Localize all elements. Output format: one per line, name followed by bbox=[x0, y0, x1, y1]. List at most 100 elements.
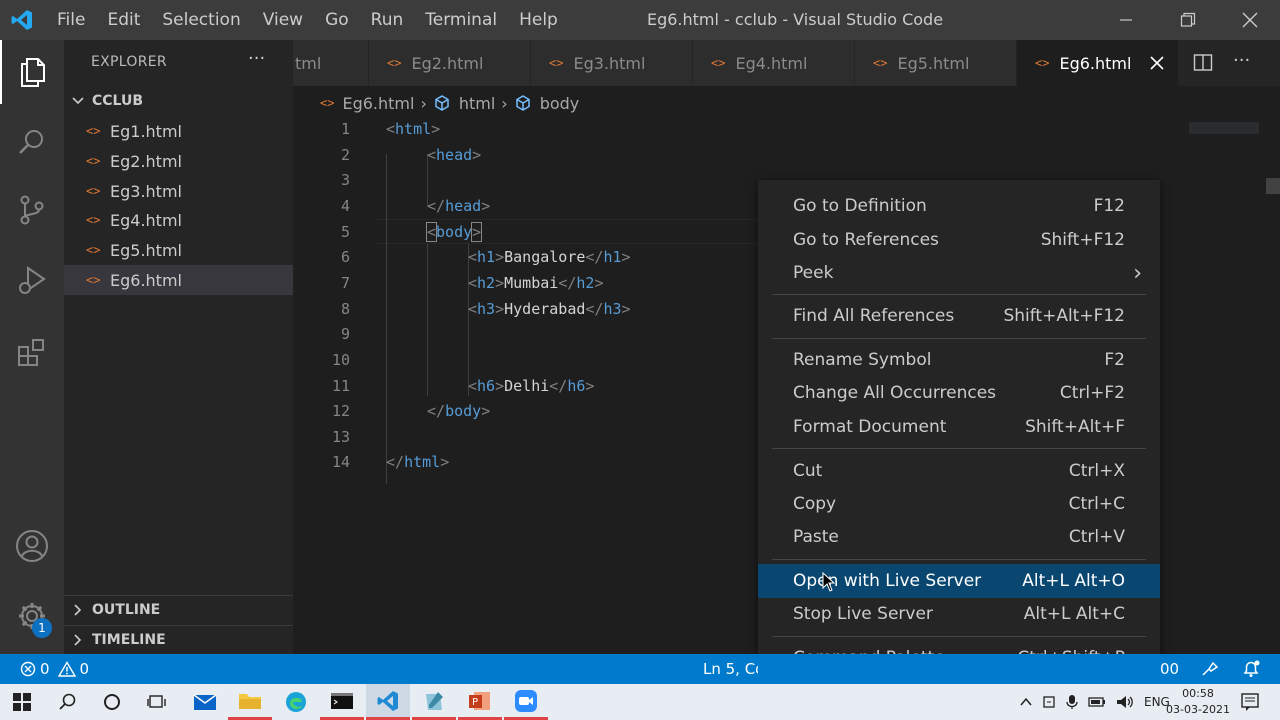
file-eg1[interactable]: <> Eg1.html bbox=[64, 116, 293, 146]
code-line-1: <html> bbox=[386, 120, 441, 138]
battery-icon[interactable] bbox=[1088, 695, 1106, 709]
title-bar: File Edit Selection View Go Run Terminal… bbox=[0, 0, 1280, 40]
notifications-bell-icon[interactable] bbox=[1242, 659, 1260, 679]
explorer-more-button[interactable]: ··· bbox=[248, 48, 265, 69]
menu-separator bbox=[772, 559, 1146, 560]
taskbar-file-explorer[interactable] bbox=[228, 684, 272, 720]
start-button[interactable] bbox=[0, 684, 44, 720]
html-file-icon: <> bbox=[86, 213, 101, 227]
activity-extensions[interactable] bbox=[0, 320, 64, 384]
split-editor-button[interactable] bbox=[1193, 53, 1213, 77]
scrollbar-thumb[interactable] bbox=[1266, 178, 1280, 194]
volume-icon[interactable] bbox=[1116, 694, 1134, 710]
activity-explorer[interactable] bbox=[0, 40, 64, 104]
menu-item-shortcut: Alt+L Alt+C bbox=[1023, 604, 1125, 624]
menu-go[interactable]: Go bbox=[314, 10, 360, 30]
taskbar-task-view[interactable] bbox=[135, 684, 179, 720]
taskbar-notepad[interactable] bbox=[412, 684, 456, 720]
file-eg6[interactable]: <> Eg6.html bbox=[64, 265, 293, 295]
restore-button[interactable] bbox=[1158, 0, 1218, 40]
clock-date: 03-03-2021 bbox=[1166, 703, 1230, 716]
menu-item-shortcut: Alt+L Alt+O bbox=[1022, 571, 1125, 591]
menu-item-go-to-references[interactable]: Go to References Shift+F12 bbox=[758, 223, 1160, 257]
html-file-icon: <> bbox=[320, 96, 335, 110]
menu-file[interactable]: File bbox=[46, 10, 96, 30]
cursor-position[interactable]: Ln 5, Co bbox=[703, 654, 758, 684]
minimize-button[interactable] bbox=[1096, 0, 1156, 40]
problems-indicator[interactable]: 0 0 bbox=[20, 654, 89, 684]
taskbar-cortana[interactable] bbox=[90, 684, 134, 720]
menu-item-shortcut: Shift+F12 bbox=[1040, 230, 1125, 250]
activity-search[interactable] bbox=[0, 110, 64, 174]
activity-accounts[interactable] bbox=[0, 514, 64, 578]
file-eg3[interactable]: <> Eg3.html bbox=[64, 176, 293, 206]
menu-item-peek[interactable]: Peek › bbox=[758, 256, 1160, 290]
menu-item-rename-symbol[interactable]: Rename Symbol F2 bbox=[758, 343, 1160, 377]
close-tab-icon[interactable] bbox=[1150, 56, 1164, 70]
breadcrumb-body[interactable]: body bbox=[540, 94, 580, 113]
menu-edit[interactable]: Edit bbox=[96, 10, 151, 30]
menu-item-shortcut: Ctrl+X bbox=[1068, 461, 1125, 481]
indent-guide bbox=[386, 154, 387, 484]
timeline-section[interactable]: TIMELINE bbox=[72, 632, 166, 648]
tab-eg3[interactable]: <> Eg3.html bbox=[531, 40, 693, 86]
menu-item-cut[interactable]: Cut Ctrl+X bbox=[758, 454, 1160, 488]
tab-eg5[interactable]: <> Eg5.html bbox=[855, 40, 1017, 86]
explorer-sidebar: EXPLORER ··· CCLUB <> Eg1.html <> Eg2.html… bbox=[64, 40, 293, 654]
tab-eg2[interactable]: <> Eg2.html bbox=[369, 40, 531, 86]
action-center-icon[interactable] bbox=[1240, 692, 1260, 712]
outline-section[interactable]: OUTLINE bbox=[72, 602, 160, 618]
chevron-up-icon[interactable] bbox=[1020, 696, 1032, 708]
menu-selection[interactable]: Selection bbox=[151, 10, 251, 30]
menu-run[interactable]: Run bbox=[360, 10, 415, 30]
taskbar-powerpoint[interactable]: P bbox=[458, 684, 502, 720]
taskbar-edge[interactable] bbox=[274, 684, 318, 720]
taskbar-zoom[interactable] bbox=[504, 684, 548, 720]
minimap[interactable] bbox=[1189, 122, 1259, 134]
file-eg5[interactable]: <> Eg5.html bbox=[64, 235, 293, 265]
taskbar-search[interactable] bbox=[46, 684, 90, 720]
menu-item-find-all-references[interactable]: Find All References Shift+Alt+F12 bbox=[758, 299, 1160, 333]
file-eg2[interactable]: <> Eg2.html bbox=[64, 146, 293, 176]
tab-eg1-partial[interactable]: tml bbox=[293, 40, 369, 86]
menu-item-go-to-definition[interactable]: Go to Definition F12 bbox=[758, 189, 1160, 223]
activity-manage[interactable] bbox=[0, 584, 64, 648]
file-eg4[interactable]: <> Eg4.html bbox=[64, 205, 293, 235]
vscode-logo-icon bbox=[377, 690, 398, 711]
editor-more-button[interactable]: ··· bbox=[1233, 50, 1250, 71]
menu-item-format-document[interactable]: Format Document Shift+Alt+F bbox=[758, 410, 1160, 444]
split-editor-icon bbox=[1193, 54, 1213, 71]
timeline-label: TIMELINE bbox=[92, 632, 166, 648]
taskbar-mail[interactable] bbox=[183, 684, 227, 720]
clock[interactable]: 00:58 03-03-2021 bbox=[1166, 686, 1230, 718]
menu-item-label: Rename Symbol bbox=[793, 350, 932, 370]
close-window-button[interactable] bbox=[1220, 0, 1280, 40]
microphone-icon[interactable] bbox=[1066, 694, 1078, 710]
device-icon[interactable] bbox=[1042, 695, 1056, 709]
status-item-partial[interactable]: 00 bbox=[1160, 654, 1179, 684]
menu-terminal[interactable]: Terminal bbox=[414, 10, 508, 30]
breadcrumb-file[interactable]: Eg6.html bbox=[342, 94, 414, 113]
feedback-icon[interactable] bbox=[1200, 660, 1220, 678]
line-number: 1 bbox=[340, 120, 350, 138]
run-debug-icon bbox=[19, 266, 46, 294]
taskbar-vscode[interactable] bbox=[366, 684, 410, 720]
tab-eg4[interactable]: <> Eg4.html bbox=[693, 40, 855, 86]
activity-run-debug[interactable] bbox=[0, 248, 64, 312]
menu-view[interactable]: View bbox=[252, 10, 314, 30]
menu-item-paste[interactable]: Paste Ctrl+V bbox=[758, 520, 1160, 554]
taskbar-command-prompt[interactable] bbox=[320, 684, 364, 720]
activity-bar: 1 bbox=[0, 40, 64, 654]
activity-source-control[interactable] bbox=[0, 178, 64, 242]
code-line-14: </html> bbox=[386, 453, 450, 471]
menu-separator bbox=[772, 338, 1146, 339]
window-title: Eg6.html - cclub - Visual Studio Code bbox=[646, 10, 944, 29]
menu-item-open-with-live-server[interactable]: Open with Live Server Alt+L Alt+O bbox=[758, 564, 1160, 598]
menu-item-copy[interactable]: Copy Ctrl+C bbox=[758, 487, 1160, 521]
folder-cclub[interactable]: CCLUB bbox=[72, 93, 143, 109]
menu-item-stop-live-server[interactable]: Stop Live Server Alt+L Alt+C bbox=[758, 597, 1160, 631]
explorer-header: EXPLORER bbox=[91, 54, 167, 70]
breadcrumb-html[interactable]: html bbox=[459, 94, 495, 113]
menu-item-change-all-occurrences[interactable]: Change All Occurrences Ctrl+F2 bbox=[758, 376, 1160, 410]
tab-eg6[interactable]: <> Eg6.html bbox=[1017, 40, 1179, 86]
